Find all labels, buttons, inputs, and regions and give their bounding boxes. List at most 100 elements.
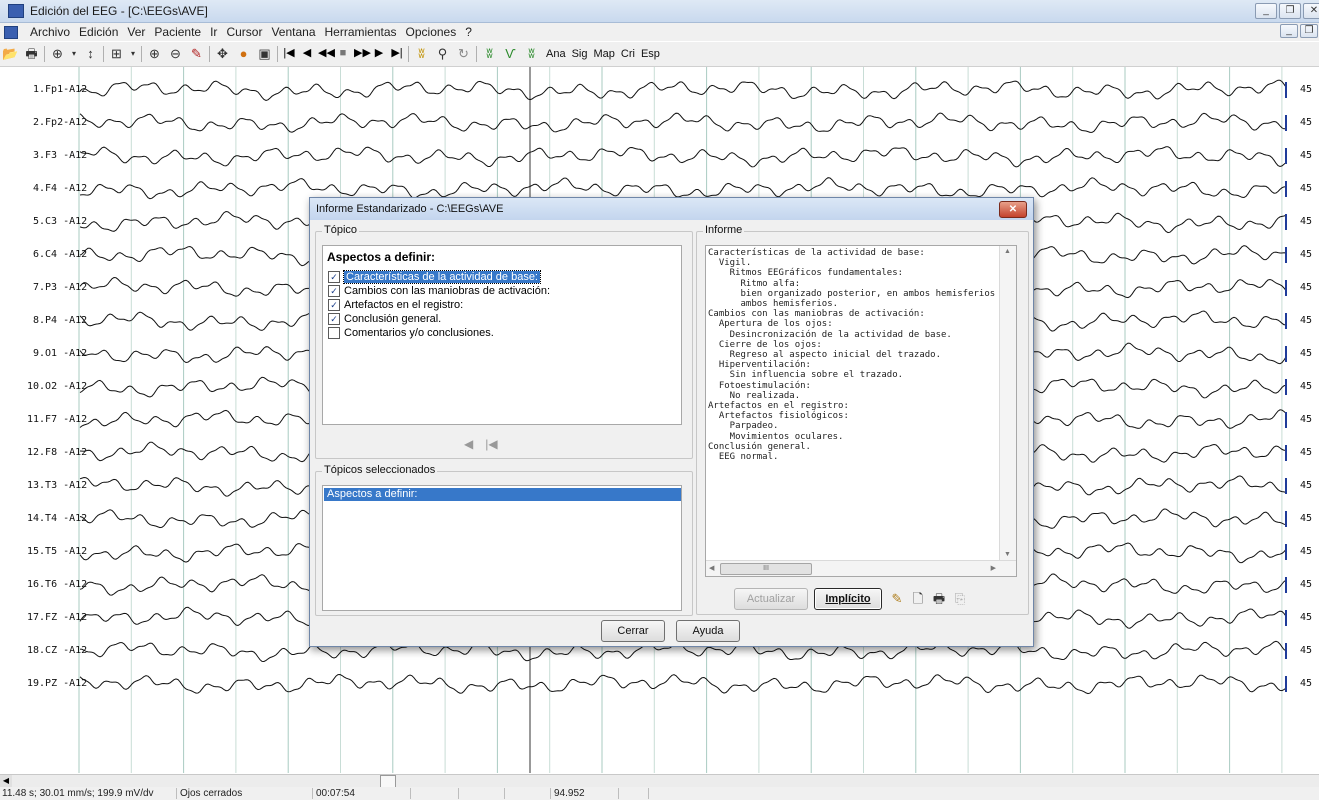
channel-label[interactable]: 10.O2 -A12	[27, 381, 87, 392]
analysis-icon-1[interactable]: ʬ	[481, 45, 498, 62]
checkbox-unchecked-icon[interactable]	[328, 327, 340, 339]
scroll-up-icon[interactable]: ▲	[1004, 248, 1011, 255]
prev-page-icon[interactable]: ◀	[300, 45, 314, 62]
topic-item[interactable]: ✓ Conclusión general.	[328, 312, 441, 326]
spike-detect-icon[interactable]: ʬ	[413, 45, 430, 62]
esp-button[interactable]: Esp	[641, 48, 660, 60]
menu-opciones[interactable]: Opciones	[406, 25, 457, 39]
map-button[interactable]: Map	[593, 48, 614, 60]
scroll-left-icon[interactable]: ◀	[0, 775, 12, 787]
scroll-left-icon[interactable]: ◀	[709, 564, 714, 572]
last-page-icon[interactable]: ▶|	[390, 45, 404, 62]
channel-label[interactable]: 6.C4 -A12	[33, 249, 87, 260]
close-button[interactable]: ✕	[1303, 3, 1319, 19]
maximize-button[interactable]: ❐	[1279, 3, 1301, 19]
sig-button[interactable]: Sig	[572, 48, 588, 60]
dropdown-arrow-icon[interactable]: ▾	[129, 45, 137, 62]
help-button[interactable]: Ayuda	[676, 620, 740, 642]
channel-label[interactable]: 14.T4 -A12	[27, 513, 87, 524]
cursor-cross-icon[interactable]: ✥	[214, 45, 231, 62]
selected-topic-item[interactable]: Aspectos a definir:	[324, 488, 681, 501]
selected-topics-list[interactable]: Aspectos a definir:	[322, 485, 682, 611]
analysis-icon-3[interactable]: ʬ	[523, 45, 540, 62]
topic-list[interactable]: Aspectos a definir: ✓ Características de…	[322, 245, 682, 425]
menu-archivo[interactable]: Archivo	[30, 25, 70, 39]
doc-restore-button[interactable]: ❐	[1300, 24, 1318, 38]
report-scroll-thumb[interactable]: III	[720, 563, 812, 575]
screen-icon[interactable]: ▣	[256, 45, 273, 62]
fast-back-icon[interactable]: ◀◀	[318, 45, 335, 62]
next-page-icon[interactable]: ▶	[372, 45, 386, 62]
channel-label[interactable]: 8.P4 -A12	[33, 315, 87, 326]
channel-label[interactable]: 1.Fp1-A12	[33, 84, 87, 95]
channel-label[interactable]: 15.T5 -A12	[27, 546, 87, 557]
dropdown-arrow-icon[interactable]: ▾	[70, 45, 78, 62]
brain-map-icon[interactable]: ●	[235, 45, 252, 62]
channel-label[interactable]: 19.PZ -A12	[27, 678, 87, 689]
checkbox-checked-icon[interactable]: ✓	[328, 285, 340, 297]
move-first-icon[interactable]: |◀	[485, 437, 497, 451]
topic-item[interactable]: ✓ Artefactos en el registro:	[328, 298, 463, 312]
doc-minimize-button[interactable]: _	[1280, 24, 1298, 38]
channel-label[interactable]: 13.T3 -A12	[27, 480, 87, 491]
topic-item[interactable]: Comentarios y/o conclusiones.	[328, 326, 494, 340]
close-dialog-button[interactable]: Cerrar	[601, 620, 665, 642]
montage-icon[interactable]: ⊕	[49, 45, 66, 62]
checkbox-checked-icon[interactable]: ✓	[328, 299, 340, 311]
print-icon[interactable]: 🖶	[930, 590, 948, 608]
channel-label[interactable]: 16.T6 -A12	[27, 579, 87, 590]
horizontal-scrollbar[interactable]: ◀	[0, 774, 1319, 788]
channel-label[interactable]: 3.F3 -A12	[33, 150, 87, 161]
edit-pen-icon[interactable]: ✎	[888, 590, 906, 608]
channel-label[interactable]: 7.P3 -A12	[33, 282, 87, 293]
channel-label[interactable]: 5.C3 -A12	[33, 216, 87, 227]
menu-ventana[interactable]: Ventana	[271, 25, 315, 39]
menu-edicion[interactable]: Edición	[79, 25, 118, 39]
channel-label[interactable]: 4.F4 -A12	[33, 183, 87, 194]
zoom-in-icon[interactable]: ⊕	[146, 45, 163, 62]
ana-button[interactable]: Ana	[546, 48, 566, 60]
topic-item[interactable]: ✓ Características de la actividad de bas…	[328, 270, 541, 284]
binoculars-icon[interactable]: ⚲	[434, 45, 451, 62]
channel-label[interactable]: 2.Fp2-A12	[33, 117, 87, 128]
menu-ir[interactable]: Ir	[210, 25, 217, 39]
stop-icon[interactable]: ■	[336, 45, 350, 62]
copy-icon[interactable]: ⎘	[951, 590, 969, 608]
implicit-button[interactable]: Implícito	[814, 588, 882, 610]
channel-label[interactable]: 17.FZ -A12	[27, 612, 87, 623]
menu-herramientas[interactable]: Herramientas	[325, 25, 397, 39]
print-icon[interactable]: 🖶	[23, 45, 40, 62]
update-button[interactable]: Actualizar	[734, 588, 808, 610]
menu-ver[interactable]: Ver	[127, 25, 145, 39]
channel-label[interactable]: 12.F8 -A12	[27, 447, 87, 458]
sensitivity-icon[interactable]: ↕	[82, 45, 99, 62]
first-page-icon[interactable]: |◀	[282, 45, 296, 62]
checkbox-checked-icon[interactable]: ✓	[328, 271, 340, 283]
zoom-out-icon[interactable]: ⊖	[167, 45, 184, 62]
toolbar-separator	[44, 45, 45, 62]
channel-label[interactable]: 9.O1 -A12	[33, 348, 87, 359]
menu-help[interactable]: ?	[465, 25, 472, 39]
channel-label[interactable]: 18.CZ -A12	[27, 645, 87, 656]
channel-label[interactable]: 11.F7 -A12	[27, 414, 87, 425]
fast-forward-icon[interactable]: ▶▶	[354, 45, 371, 62]
refresh-icon[interactable]: ↻	[455, 45, 472, 62]
minimize-button[interactable]: _	[1255, 3, 1277, 19]
open-folder-icon[interactable]: 📂	[2, 45, 19, 62]
filter-icon[interactable]: ⊞	[108, 45, 125, 62]
report-textbox[interactable]: Características de la actividad de base:…	[705, 245, 1017, 577]
move-left-icon[interactable]: ◀	[464, 437, 473, 451]
report-vertical-scrollbar[interactable]: ▲ ▼	[999, 246, 1016, 560]
menu-paciente[interactable]: Paciente	[154, 25, 201, 39]
checkbox-checked-icon[interactable]: ✓	[328, 313, 340, 325]
scroll-right-icon[interactable]: ▶	[991, 564, 996, 572]
scroll-down-icon[interactable]: ▼	[1004, 551, 1011, 558]
analysis-icon-2[interactable]: Ѵ	[502, 45, 519, 62]
marker-pen-icon[interactable]: ✎	[188, 45, 205, 62]
dialog-close-button[interactable]: ✕	[999, 201, 1027, 218]
menu-cursor[interactable]: Cursor	[226, 25, 262, 39]
report-horizontal-scrollbar[interactable]: ◀ III ▶	[706, 560, 1016, 576]
topic-item[interactable]: ✓ Cambios con las maniobras de activació…	[328, 284, 550, 298]
print-preview-icon[interactable]: 🗋	[909, 590, 927, 608]
cri-button[interactable]: Cri	[621, 48, 635, 60]
